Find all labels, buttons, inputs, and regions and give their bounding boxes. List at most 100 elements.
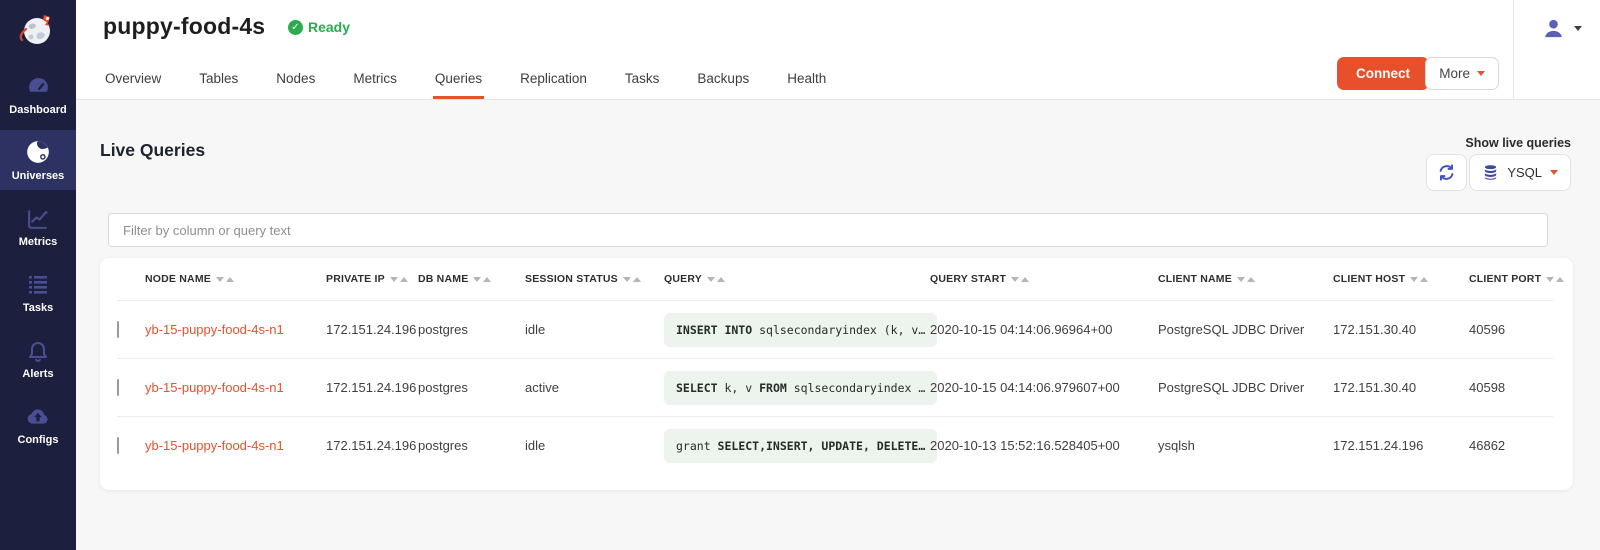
- sidebar-item-configs[interactable]: Configs: [0, 394, 76, 454]
- column-header-client-name[interactable]: CLIENT NAME: [1158, 273, 1333, 285]
- sidebar-item-label: Tasks: [23, 302, 53, 314]
- live-queries-table: NODE NAME PRIVATE IP DB NAME SESSION STA…: [100, 258, 1573, 490]
- refresh-icon: [1437, 163, 1456, 182]
- status-badge: ✓ Ready: [288, 19, 350, 35]
- universe-title: puppy-food-4s: [103, 13, 265, 40]
- query-start-cell: 2020-10-15 04:14:06.979607+00: [930, 380, 1158, 395]
- table-row: yb-15-puppy-food-4s-n1 172.151.24.196 po…: [117, 358, 1553, 416]
- client-host-cell: 172.151.24.196: [1333, 438, 1469, 453]
- sort-arrows-icon: [473, 277, 491, 282]
- client-name-cell: PostgreSQL JDBC Driver: [1158, 322, 1333, 337]
- show-live-queries-label: Show live queries: [1465, 136, 1571, 150]
- node-name-link[interactable]: yb-15-puppy-food-4s-n1: [145, 380, 284, 395]
- sort-arrows-icon: [623, 277, 641, 282]
- alerts-bell-icon: [25, 337, 51, 363]
- tab-backups[interactable]: Backups: [695, 61, 751, 99]
- row-checkbox[interactable]: [117, 321, 119, 338]
- connect-button[interactable]: Connect: [1337, 57, 1429, 90]
- sidebar-item-dashboard[interactable]: Dashboard: [0, 64, 76, 124]
- sidebar-item-label: Configs: [18, 434, 59, 446]
- session-status-cell: idle: [525, 322, 664, 337]
- column-header-node-name[interactable]: NODE NAME: [145, 273, 326, 285]
- sidebar-item-universes[interactable]: Universes: [0, 130, 76, 190]
- tab-health[interactable]: Health: [785, 61, 828, 99]
- sort-arrows-icon: [1011, 277, 1029, 282]
- query-code-block[interactable]: INSERT INTO sqlsecondaryindex (k, v…: [664, 313, 937, 347]
- column-header-query[interactable]: QUERY: [664, 273, 930, 285]
- query-code-block[interactable]: SELECT k, v FROM sqlsecondaryindex …: [664, 371, 937, 405]
- client-port-cell: 40598: [1469, 380, 1553, 395]
- api-selector-value: YSQL: [1507, 165, 1542, 180]
- more-button-label: More: [1439, 66, 1470, 81]
- row-checkbox[interactable]: [117, 379, 119, 396]
- db-name-cell: postgres: [418, 438, 525, 453]
- sort-arrows-icon: [1546, 277, 1564, 282]
- db-name-cell: postgres: [418, 322, 525, 337]
- header-divider: [1513, 0, 1514, 100]
- tab-tables[interactable]: Tables: [197, 61, 240, 99]
- chevron-down-icon: [1477, 71, 1485, 76]
- metrics-chart-icon: [25, 205, 51, 231]
- live-queries-page: Live Queries Show live queries YSQL NOD: [76, 100, 1600, 550]
- session-status-cell: idle: [525, 438, 664, 453]
- sort-arrows-icon: [1410, 277, 1428, 282]
- sidebar: Dashboard Universes Metrics: [0, 0, 76, 550]
- sidebar-item-label: Universes: [12, 170, 65, 182]
- sidebar-item-alerts[interactable]: Alerts: [0, 328, 76, 388]
- query-code-block[interactable]: grant SELECT,INSERT, UPDATE, DELETE…: [664, 429, 937, 463]
- user-menu[interactable]: [1542, 17, 1582, 40]
- node-name-link[interactable]: yb-15-puppy-food-4s-n1: [145, 438, 284, 453]
- row-checkbox[interactable]: [117, 437, 119, 454]
- query-start-cell: 2020-10-15 04:14:06.96964+00: [930, 322, 1158, 337]
- tab-replication[interactable]: Replication: [518, 61, 589, 99]
- client-name-cell: PostgreSQL JDBC Driver: [1158, 380, 1333, 395]
- node-name-link[interactable]: yb-15-puppy-food-4s-n1: [145, 322, 284, 337]
- universes-globe-icon: [25, 139, 51, 165]
- client-port-cell: 46862: [1469, 438, 1553, 453]
- private-ip-cell: 172.151.24.196: [326, 438, 418, 453]
- sort-arrows-icon: [216, 277, 234, 282]
- query-filter-input[interactable]: [108, 213, 1548, 247]
- column-header-db-name[interactable]: DB NAME: [418, 273, 525, 285]
- query-start-cell: 2020-10-13 15:52:16.528405+00: [930, 438, 1158, 453]
- client-port-cell: 40596: [1469, 322, 1553, 337]
- sidebar-item-label: Alerts: [22, 368, 53, 380]
- user-avatar-icon: [1542, 17, 1565, 40]
- tab-overview[interactable]: Overview: [103, 61, 163, 99]
- more-button[interactable]: More: [1425, 57, 1499, 90]
- column-header-client-host[interactable]: CLIENT HOST: [1333, 273, 1469, 285]
- tab-nodes[interactable]: Nodes: [274, 61, 317, 99]
- chevron-down-icon: [1550, 170, 1558, 175]
- db-name-cell: postgres: [418, 380, 525, 395]
- app-logo[interactable]: [0, 0, 76, 58]
- check-circle-icon: ✓: [288, 20, 303, 35]
- refresh-button[interactable]: [1426, 154, 1467, 191]
- database-icon: [1482, 164, 1499, 181]
- chevron-down-icon: [1574, 26, 1582, 31]
- column-header-private-ip[interactable]: PRIVATE IP: [326, 273, 418, 285]
- client-host-cell: 172.151.30.40: [1333, 380, 1469, 395]
- column-header-client-port[interactable]: CLIENT PORT: [1469, 273, 1564, 285]
- yugabyte-planet-rocket-icon: [16, 7, 60, 51]
- sort-arrows-icon: [707, 277, 725, 282]
- private-ip-cell: 172.151.24.196: [326, 322, 418, 337]
- session-status-cell: active: [525, 380, 664, 395]
- sort-arrows-icon: [390, 277, 408, 282]
- column-header-session-status[interactable]: SESSION STATUS: [525, 273, 664, 285]
- client-host-cell: 172.151.30.40: [1333, 322, 1469, 337]
- api-selector-dropdown[interactable]: YSQL: [1469, 154, 1571, 191]
- column-header-query-start[interactable]: QUERY START: [930, 273, 1158, 285]
- table-row: yb-15-puppy-food-4s-n1 172.151.24.196 po…: [117, 416, 1553, 474]
- universe-tabs: Overview Tables Nodes Metrics Queries Re…: [103, 61, 828, 99]
- sidebar-item-metrics[interactable]: Metrics: [0, 196, 76, 256]
- sidebar-item-tasks[interactable]: Tasks: [0, 262, 76, 322]
- sort-arrows-icon: [1237, 277, 1255, 282]
- tab-tasks[interactable]: Tasks: [623, 61, 662, 99]
- tab-metrics[interactable]: Metrics: [351, 61, 399, 99]
- universe-header: puppy-food-4s ✓ Ready Overview Tables No…: [76, 0, 1600, 100]
- configs-cloud-icon: [25, 403, 51, 429]
- tab-queries[interactable]: Queries: [433, 61, 484, 99]
- sidebar-item-label: Metrics: [19, 236, 58, 248]
- page-title: Live Queries: [100, 140, 205, 161]
- client-name-cell: ysqlsh: [1158, 438, 1333, 453]
